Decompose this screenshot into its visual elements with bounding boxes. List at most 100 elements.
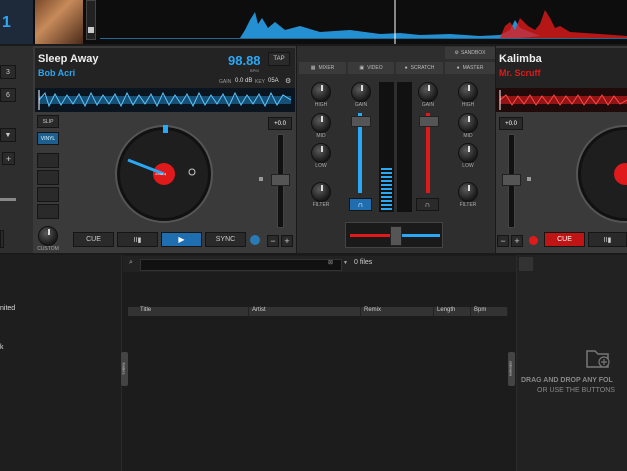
column-artist[interactable]: Artist — [249, 307, 361, 316]
folder-item[interactable]: k — [0, 344, 4, 351]
platter-label: virtual dj — [155, 172, 167, 176]
headphone-left-button[interactable]: ∩ — [349, 198, 372, 211]
vinyl-button[interactable]: VINYL — [37, 132, 59, 145]
pitch-value-right: +0.0 — [499, 117, 523, 130]
filter-left-knob[interactable] — [311, 182, 331, 202]
overview-waveforms[interactable] — [100, 0, 627, 44]
sandbox-button[interactable]: ⚙ SANDBOX — [445, 47, 495, 59]
custom-knob[interactable] — [38, 226, 58, 246]
tap-button[interactable]: TAP — [268, 52, 290, 66]
headphone-right-button[interactable]: ∩ — [416, 198, 439, 211]
filter-right-label: FILTER — [459, 202, 477, 208]
cue-button-left[interactable]: CUE — [73, 232, 114, 247]
eq-high-right-label: HIGH — [461, 102, 475, 108]
volume-fader-right-handle[interactable] — [419, 116, 439, 127]
side-button-6[interactable]: 6 — [0, 88, 16, 102]
drop-title: DRAG AND DROP ANY FOL — [521, 377, 613, 384]
eq-high-right-knob[interactable] — [458, 82, 478, 102]
pad-1[interactable] — [37, 153, 59, 168]
column-length[interactable]: Length — [434, 307, 471, 316]
sync-button-left[interactable]: SYNC — [205, 232, 246, 247]
gain-right-knob[interactable] — [418, 82, 438, 102]
dropdown-icon[interactable]: ▼ — [343, 260, 348, 266]
side-dropdown[interactable]: ▼ — [0, 128, 16, 142]
tab-video[interactable]: ▣ VIDEO — [348, 62, 394, 74]
deck-right-waveform[interactable] — [496, 88, 627, 112]
side-plus-button[interactable]: + — [2, 152, 15, 165]
side-edge-button[interactable] — [0, 230, 4, 248]
side-button-3[interactable]: 3 — [0, 65, 16, 79]
key-icon[interactable]: ⚙ — [285, 77, 291, 85]
pause-button-right[interactable]: II▮ — [588, 232, 627, 247]
eq-mid-left-knob[interactable] — [311, 113, 331, 133]
gain-right-label: GAIN — [421, 102, 435, 108]
pitch-center-mark — [259, 177, 263, 181]
eq-low-left-knob[interactable] — [311, 143, 331, 163]
eq-mid-right-label: MID — [463, 133, 473, 139]
pause-button-left[interactable]: II▮ — [117, 232, 158, 247]
key-value: 05A — [268, 78, 279, 84]
play-button-left[interactable]: ▶ — [161, 232, 202, 247]
column-title[interactable]: Title — [137, 307, 249, 316]
key-lock-icon-right[interactable] — [529, 236, 538, 245]
deck-right-info: Kalimba Mr. Scruff — [496, 48, 627, 88]
track-title: Sleep Away — [38, 53, 99, 65]
pad-2[interactable] — [37, 170, 59, 185]
sandbox-icon: ⚙ — [454, 50, 460, 56]
sideview-tab[interactable]: sideview — [508, 352, 515, 386]
clear-search-icon[interactable]: ⊠ — [328, 259, 333, 266]
track-title-right: Kalimba — [499, 53, 542, 65]
gain-left-knob[interactable] — [351, 82, 371, 102]
bpm-value: 98.88 — [228, 53, 261, 68]
filter-right-knob[interactable] — [458, 182, 478, 202]
zoom-slider[interactable] — [86, 0, 96, 40]
pitch-slider-handle-right[interactable] — [502, 174, 521, 186]
column-bpm[interactable]: Bpm — [471, 307, 508, 316]
pitch-center-mark-right — [527, 177, 531, 181]
scratch-icon: ● — [404, 65, 408, 71]
sideview-toggle[interactable] — [519, 257, 533, 271]
deck-left-waveform[interactable] — [35, 88, 295, 112]
eq-mid-right-knob[interactable] — [458, 113, 478, 133]
gain-left-label: GAIN — [354, 102, 368, 108]
crossfader-handle[interactable] — [390, 226, 402, 246]
eq-low-right-knob[interactable] — [458, 143, 478, 163]
key-lock-icon[interactable] — [250, 235, 260, 245]
column-remix[interactable]: Remix — [361, 307, 434, 316]
tab-mixer[interactable]: ▦ MIXER — [299, 62, 346, 74]
cue-button-right[interactable]: CUE — [544, 232, 585, 247]
pad-4[interactable] — [37, 204, 59, 219]
mixer-icon: ▦ — [310, 65, 316, 71]
side-slider[interactable] — [0, 198, 16, 201]
drop-subtitle: OR USE THE BUTTONS — [537, 387, 615, 394]
search-input[interactable] — [140, 259, 342, 271]
pitch-plus-button[interactable]: + — [281, 235, 293, 247]
eq-high-left-knob[interactable] — [311, 82, 331, 102]
vu-meter-left — [379, 82, 394, 212]
album-art-left — [35, 0, 83, 44]
folder-tree: nited k — [0, 255, 122, 471]
pitch-minus-right[interactable]: − — [497, 235, 509, 247]
eq-mid-left-label: MID — [316, 133, 326, 139]
folder-item[interactable]: nited — [0, 305, 15, 312]
left-deck-indicator: 1 — [0, 0, 33, 44]
jog-wheel-right[interactable] — [575, 124, 627, 224]
volume-fader-left-handle[interactable] — [351, 116, 371, 127]
track-artist: Bob Acri — [38, 68, 76, 78]
vu-meter-right — [397, 82, 412, 212]
tab-master[interactable]: ● MASTER — [445, 62, 495, 74]
tab-scratch[interactable]: ● SCRATCH — [396, 62, 443, 74]
pitch-plus-right[interactable]: + — [511, 235, 523, 247]
slip-button[interactable]: SLIP — [37, 115, 59, 128]
pitch-minus-button[interactable]: − — [267, 235, 279, 247]
pitch-slider-handle-left[interactable] — [271, 174, 290, 186]
pad-3[interactable] — [37, 187, 59, 202]
filter-left-label: FILTER — [312, 202, 330, 208]
deck-left-info: Sleep Away Bob Acri 98.88 BPM TAP GAIN 0… — [35, 48, 295, 88]
folders-tab[interactable]: folders — [121, 352, 128, 386]
crossfader[interactable] — [345, 222, 443, 248]
track-artist-right: Mr. Scruff — [499, 68, 541, 78]
key-label: KEY — [255, 79, 266, 85]
add-folder-icon — [586, 350, 610, 368]
pitch-value-left: +0.0 — [268, 117, 292, 130]
